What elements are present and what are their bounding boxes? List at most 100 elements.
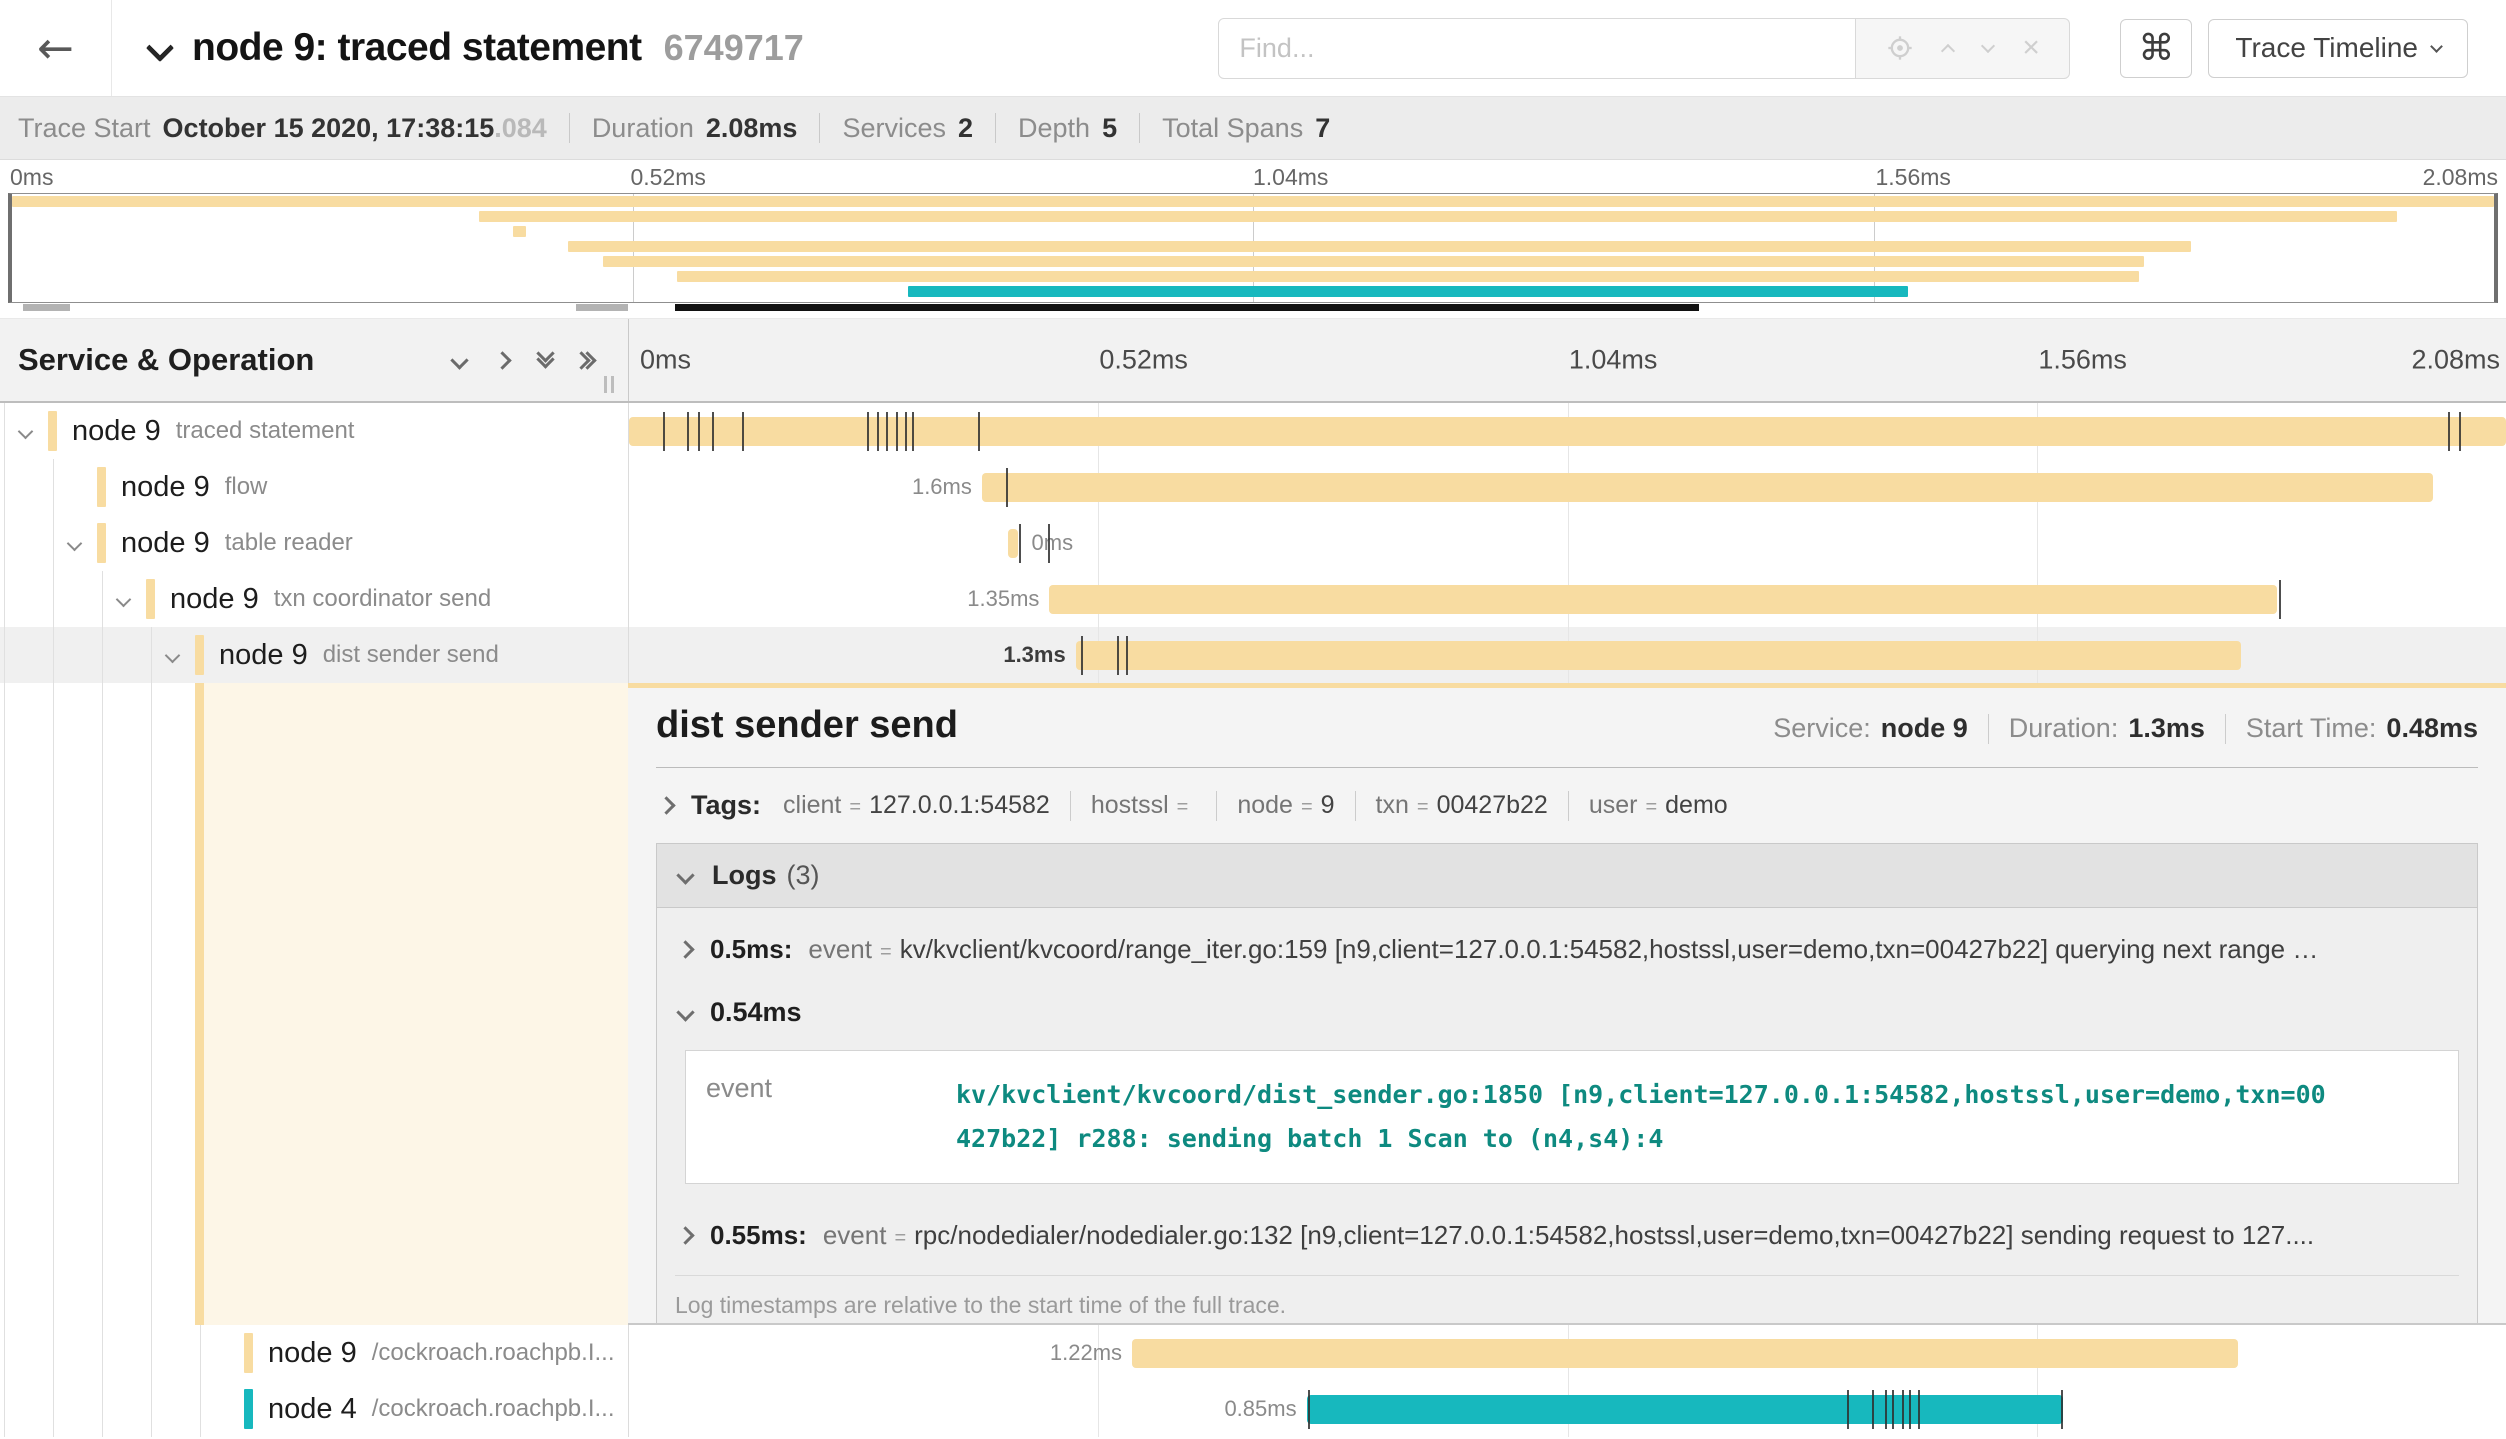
divider bbox=[569, 113, 570, 143]
service-operation-header: Service & Operation bbox=[0, 319, 628, 401]
tag-item: txn=00427b22 bbox=[1376, 791, 1548, 820]
minimap-canvas[interactable] bbox=[8, 193, 2498, 303]
log-event-table: event kv/kvclient/kvcoord/dist_sender.go… bbox=[685, 1050, 2459, 1184]
span-timeline-cell[interactable] bbox=[628, 403, 2506, 459]
service-color-bar bbox=[244, 1389, 253, 1429]
collapse-all-icon[interactable] bbox=[539, 354, 552, 366]
minimap-scrubber-track[interactable] bbox=[8, 303, 2498, 312]
clear-search-icon[interactable]: × bbox=[2022, 33, 2040, 63]
chevron-right-icon bbox=[676, 1226, 694, 1244]
span-row-table-reader[interactable]: node 9 table reader 0ms bbox=[0, 515, 2506, 571]
span-duration-bar[interactable] bbox=[1076, 641, 2242, 670]
span-row-flow[interactable]: node 9 flow 1.6ms bbox=[0, 459, 2506, 515]
trace-view-label: Trace Timeline bbox=[2235, 32, 2418, 64]
log-entry-collapsed[interactable]: 0.5ms: event = kv/kvclient/kvcoord/range… bbox=[675, 908, 2459, 975]
collapse-chevron-icon[interactable] bbox=[167, 648, 178, 666]
log-field-value: rpc/nodedialer/nodedialer.go:132 [n9,cli… bbox=[914, 1220, 2314, 1251]
find-group: × bbox=[1218, 18, 2070, 79]
span-name-cell[interactable]: node 9 table reader bbox=[0, 515, 628, 571]
span-name-cell[interactable]: node 9 flow bbox=[0, 459, 628, 515]
span-duration-bar[interactable] bbox=[1132, 1339, 2238, 1368]
expand-all-icon[interactable] bbox=[582, 354, 594, 367]
span-row-txn-coordinator-send[interactable]: node 9 txn coordinator send 1.35ms bbox=[0, 571, 2506, 627]
collapse-chevron-icon[interactable] bbox=[69, 536, 80, 554]
trace-minimap: 0ms 0.52ms 1.04ms 1.56ms 2.08ms bbox=[0, 160, 2506, 312]
collapse-chevron-icon[interactable] bbox=[118, 592, 129, 610]
span-timeline-cell[interactable]: 0.85ms bbox=[628, 1381, 2506, 1437]
service-color-bar bbox=[97, 467, 106, 507]
span-timeline-cell[interactable]: 1.35ms bbox=[628, 571, 2506, 627]
trace-id-short: 6749717 bbox=[664, 27, 804, 69]
collapse-chevron-icon[interactable] bbox=[20, 424, 31, 442]
chevron-down-icon bbox=[2430, 40, 2443, 53]
keyboard-shortcuts-button[interactable]: ⌘ bbox=[2120, 19, 2192, 78]
find-input[interactable] bbox=[1218, 18, 1856, 79]
trace-view-selector[interactable]: Trace Timeline bbox=[2208, 19, 2468, 78]
log-entry-collapsed[interactable]: 0.55ms: event = rpc/nodedialer/nodediale… bbox=[675, 1194, 2459, 1261]
divider bbox=[1988, 714, 1989, 744]
span-duration-label: 1.6ms bbox=[912, 474, 972, 500]
collapse-one-icon[interactable] bbox=[450, 351, 468, 369]
selected-span-tint bbox=[204, 683, 628, 1325]
divider bbox=[819, 113, 820, 143]
prev-match-icon[interactable] bbox=[1941, 44, 1955, 58]
detail-span-title: dist sender send bbox=[656, 704, 958, 747]
total-spans-label: Total Spans bbox=[1162, 113, 1303, 144]
trace-start-value: October 15 2020, 17:38:15 bbox=[163, 113, 495, 144]
span-duration-label: 1.35ms bbox=[967, 586, 1039, 612]
log-entry-expanded-header[interactable]: 0.54ms bbox=[675, 975, 2459, 1036]
detail-overview: Service: node 9 Duration: 1.3ms Start Ti… bbox=[1773, 713, 2478, 744]
trace-title-group[interactable]: node 9: traced statement 6749717 bbox=[150, 26, 804, 70]
logs-header[interactable]: Logs (3) bbox=[657, 844, 2477, 908]
service-name: node 9 bbox=[72, 415, 161, 448]
span-row-dist-sender-send[interactable]: node 9 dist sender send 1.3ms bbox=[0, 627, 2506, 683]
span-duration-label: 0ms bbox=[1032, 530, 1074, 556]
scrubber-handle[interactable] bbox=[576, 304, 628, 311]
minimap-span-bar bbox=[513, 226, 525, 237]
span-rows: node 9 traced statement node 9 flow 1.6m… bbox=[0, 403, 2506, 683]
back-button[interactable]: ← bbox=[0, 0, 112, 96]
chevron-down-icon bbox=[676, 1003, 694, 1021]
operation-name: dist sender send bbox=[323, 641, 499, 669]
span-duration-bar[interactable] bbox=[1307, 1395, 2063, 1424]
minimap-span-bar bbox=[603, 256, 2144, 267]
span-duration-bar[interactable] bbox=[982, 473, 2433, 502]
span-row-roachpb-node4[interactable]: node 4 /cockroach.roachpb.I... 0.85ms bbox=[0, 1381, 2506, 1437]
tags-accordion[interactable]: Tags: client=127.0.0.1:54582 hostssl= no… bbox=[656, 790, 2478, 821]
duration-label: Duration: bbox=[2009, 713, 2119, 744]
span-timeline-cell[interactable]: 1.22ms bbox=[628, 1325, 2506, 1381]
locate-icon[interactable] bbox=[1886, 34, 1914, 62]
span-timeline-cell[interactable]: 1.3ms bbox=[628, 627, 2506, 683]
expand-one-icon[interactable] bbox=[493, 351, 511, 369]
span-duration-bar[interactable] bbox=[1008, 529, 1017, 558]
span-row-traced-statement[interactable]: node 9 traced statement bbox=[0, 403, 2506, 459]
scroll-position-indicator[interactable] bbox=[675, 304, 1698, 311]
operation-name: txn coordinator send bbox=[274, 585, 491, 613]
service-value: node 9 bbox=[1881, 713, 1968, 744]
page-title: node 9: traced statement bbox=[192, 26, 642, 70]
chevron-right-icon bbox=[657, 796, 675, 814]
span-name-cell[interactable]: node 4 /cockroach.roachpb.I... bbox=[0, 1381, 628, 1437]
span-timeline-cell[interactable]: 0ms bbox=[628, 515, 2506, 571]
span-duration-bar[interactable] bbox=[1049, 585, 2277, 614]
minimap-span-bar-row bbox=[12, 194, 2494, 209]
span-name-cell[interactable]: node 9 traced statement bbox=[0, 403, 628, 459]
span-row-roachpb-node9[interactable]: node 9 /cockroach.roachpb.I... 1.22ms bbox=[0, 1325, 2506, 1381]
divider bbox=[1070, 791, 1071, 821]
span-timeline-cell[interactable]: 1.6ms bbox=[628, 459, 2506, 515]
logs-footer-note: Log timestamps are relative to the start… bbox=[675, 1275, 2459, 1326]
total-spans-value: 7 bbox=[1315, 113, 1330, 144]
next-match-icon[interactable] bbox=[1981, 39, 1995, 53]
span-duration-bar[interactable] bbox=[629, 417, 2506, 446]
column-resize-grip[interactable] bbox=[604, 376, 614, 393]
span-name-cell[interactable]: node 9 dist sender send bbox=[0, 627, 628, 683]
ruler-tick: 1.04ms bbox=[1569, 345, 1658, 376]
chevron-down-icon[interactable] bbox=[146, 34, 174, 62]
span-name-cell[interactable]: node 9 txn coordinator send bbox=[0, 571, 628, 627]
span-name-cell[interactable]: node 9 /cockroach.roachpb.I... bbox=[0, 1325, 628, 1381]
operation-name: /cockroach.roachpb.I... bbox=[372, 1395, 615, 1423]
scrubber-handle[interactable] bbox=[23, 304, 70, 311]
minimap-span-bar bbox=[677, 271, 2139, 282]
timeline-ruler: 0ms 0.52ms 1.04ms 1.56ms 2.08ms bbox=[628, 319, 2506, 401]
minimap-span-bar-row bbox=[12, 254, 2494, 269]
